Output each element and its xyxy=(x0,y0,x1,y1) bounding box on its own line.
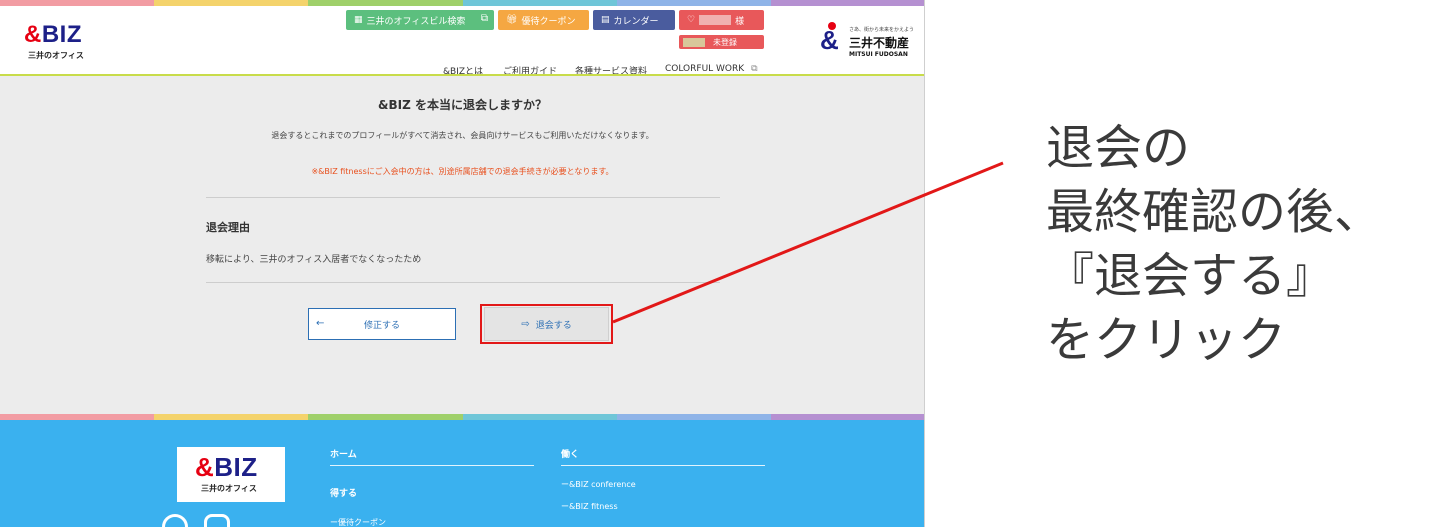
annotation-text: 退会の 最終確認の後、 『退会する』 をクリック xyxy=(1046,116,1382,372)
annotation-line: をクリック xyxy=(1046,312,1287,368)
annotation-line: 退会の xyxy=(1046,120,1191,176)
annotation-line: 最終確認の後、 xyxy=(1046,184,1383,240)
annotation-line: 『退会する』 xyxy=(1046,248,1335,304)
